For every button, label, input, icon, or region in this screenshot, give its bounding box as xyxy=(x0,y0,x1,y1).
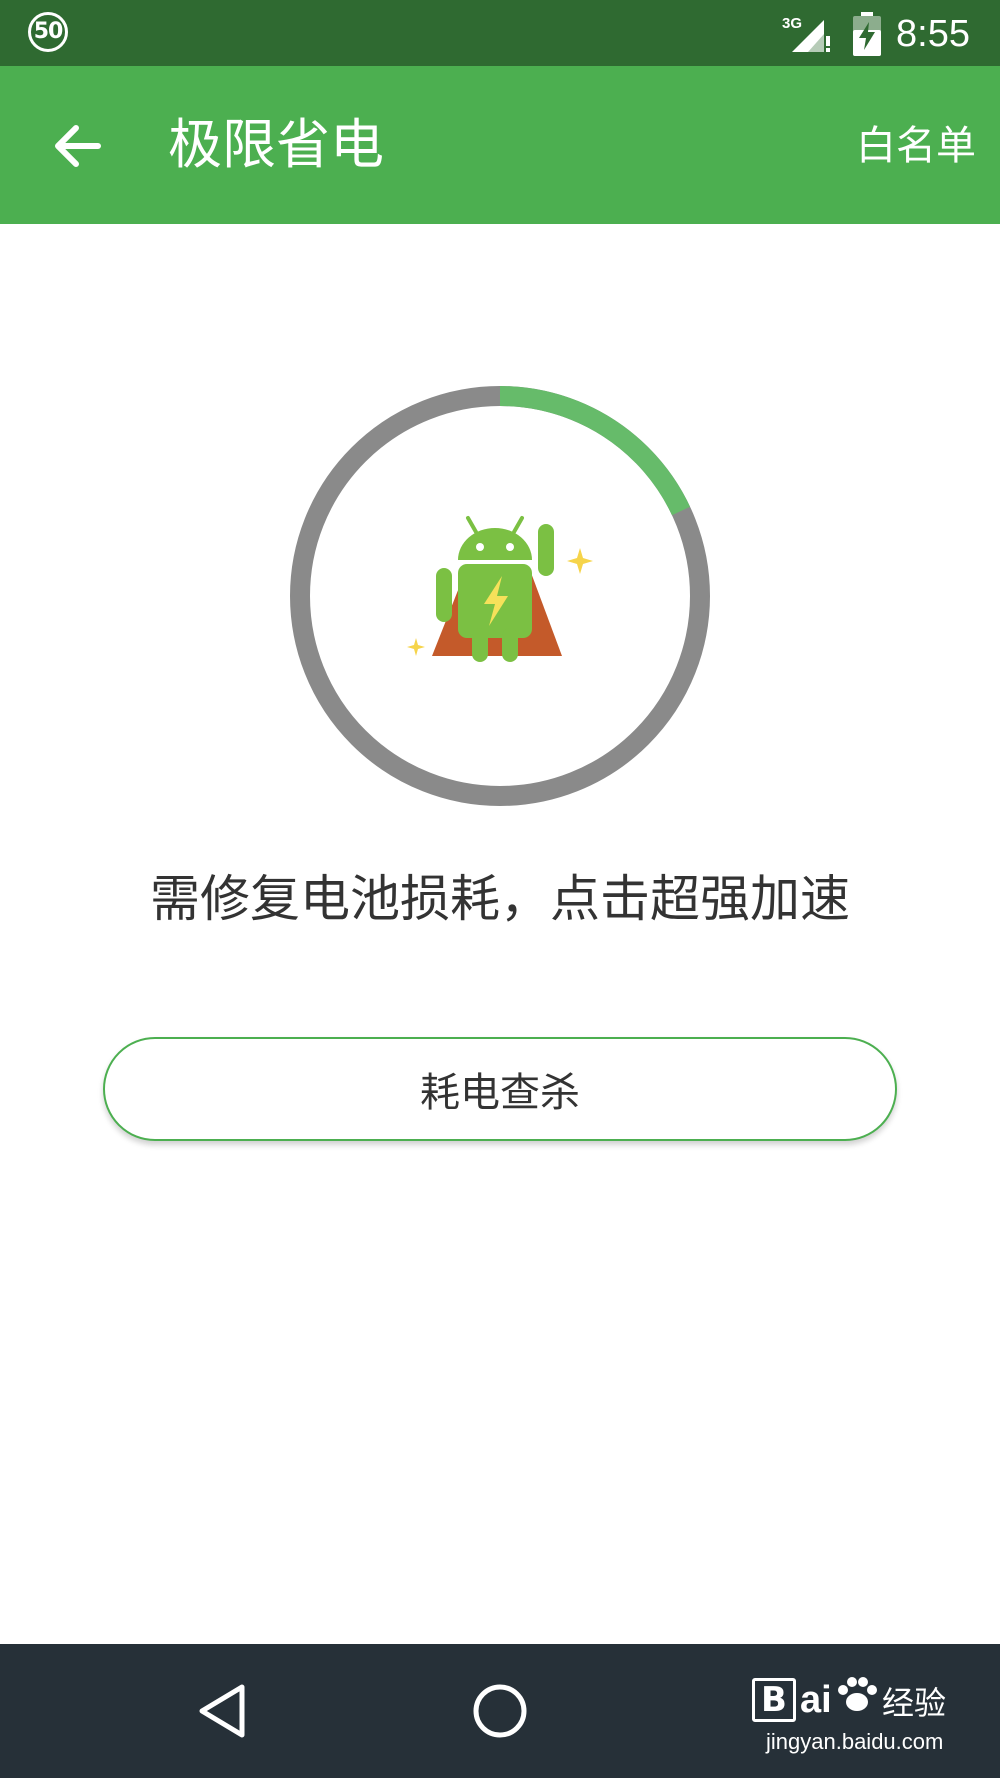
hint-text: 需修复电池损耗，点击超强加速 xyxy=(150,870,850,928)
watermark-logo-box: B xyxy=(752,1678,796,1722)
watermark-url: jingyan.baidu.com xyxy=(766,1729,944,1754)
baidu-jingyan-watermark: B ai 经验 jingyan.baidu.com xyxy=(752,1674,962,1764)
battery-charging-icon xyxy=(853,12,881,56)
nav-back-button[interactable] xyxy=(182,1671,262,1751)
back-triangle-icon xyxy=(199,1684,245,1738)
page-title: 极限省电 xyxy=(168,113,384,176)
android-hero-icon xyxy=(407,516,593,662)
signal-icon: 3G xyxy=(782,15,830,52)
power-drain-scan-button[interactable]: 耗电查杀 xyxy=(103,1037,897,1141)
arrow-left-icon xyxy=(55,125,101,167)
watermark-brand: ai xyxy=(800,1679,832,1721)
clock: 8:55 xyxy=(896,13,970,55)
home-circle-icon xyxy=(473,1684,527,1738)
back-button[interactable] xyxy=(40,116,116,176)
navigation-bar: B ai 经验 jingyan.baidu.com xyxy=(0,1644,1000,1778)
status-bar: 50 3G 8:55 xyxy=(0,0,1000,66)
whitelist-button[interactable]: 白名单 xyxy=(856,116,976,176)
network-type-label: 3G xyxy=(782,15,802,32)
notification-badge: 50 xyxy=(28,12,68,52)
nav-home-button[interactable] xyxy=(460,1671,540,1751)
scan-button-label: 耗电查杀 xyxy=(420,1070,580,1116)
watermark-cn-label: 经验 xyxy=(882,1684,947,1722)
app-bar: 极限省电 白名单 xyxy=(0,66,1000,224)
paw-icon xyxy=(838,1677,877,1711)
